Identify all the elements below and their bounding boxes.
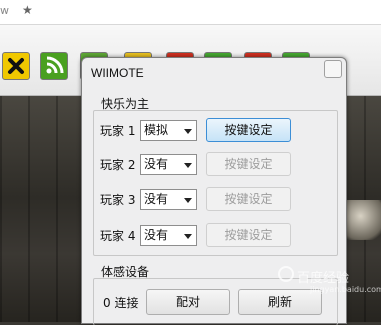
rss-fullscreen-icon[interactable]	[40, 52, 68, 80]
player1-key-settings-button[interactable]: 按键设定	[206, 118, 291, 142]
watermark-subtext: jingyan.baidu.com	[310, 285, 381, 294]
watermark-logo	[278, 266, 294, 282]
player4-label: 玩家 4	[100, 229, 136, 243]
chevron-down-icon	[184, 129, 192, 134]
player4-key-settings-button[interactable]: 按键设定	[206, 223, 291, 247]
player2-select[interactable]: 没有	[140, 154, 197, 175]
player3-select[interactable]: 没有	[140, 189, 197, 210]
top-bar-text: w	[0, 4, 9, 17]
browser-top-bar: w ★	[0, 0, 381, 25]
stop-icon[interactable]	[2, 52, 30, 80]
player2-key-settings-button[interactable]: 按键设定	[206, 152, 291, 176]
connection-count: 0 连接	[103, 296, 139, 310]
chevron-down-icon	[184, 234, 192, 239]
chevron-down-icon	[184, 163, 192, 168]
chevron-down-icon	[184, 198, 192, 203]
player1-select[interactable]: 模拟	[140, 120, 197, 141]
player4-select-value: 没有	[144, 228, 169, 242]
pair-button[interactable]: 配对	[146, 289, 230, 315]
player1-select-value: 模拟	[144, 123, 169, 137]
watermark-text: 百度经验	[297, 271, 350, 286]
player4-select[interactable]: 没有	[140, 225, 197, 246]
player3-label: 玩家 3	[100, 193, 136, 207]
player3-key-settings-button[interactable]: 按键设定	[206, 187, 291, 211]
player2-label: 玩家 2	[100, 158, 136, 172]
player3-select-value: 没有	[144, 192, 169, 206]
dialog-title: WIIMOTE	[91, 66, 144, 80]
player2-select-value: 没有	[144, 157, 169, 171]
star-icon[interactable]: ★	[22, 3, 33, 17]
dialog-close-button[interactable]	[324, 60, 342, 78]
player1-label: 玩家 1	[100, 124, 136, 138]
